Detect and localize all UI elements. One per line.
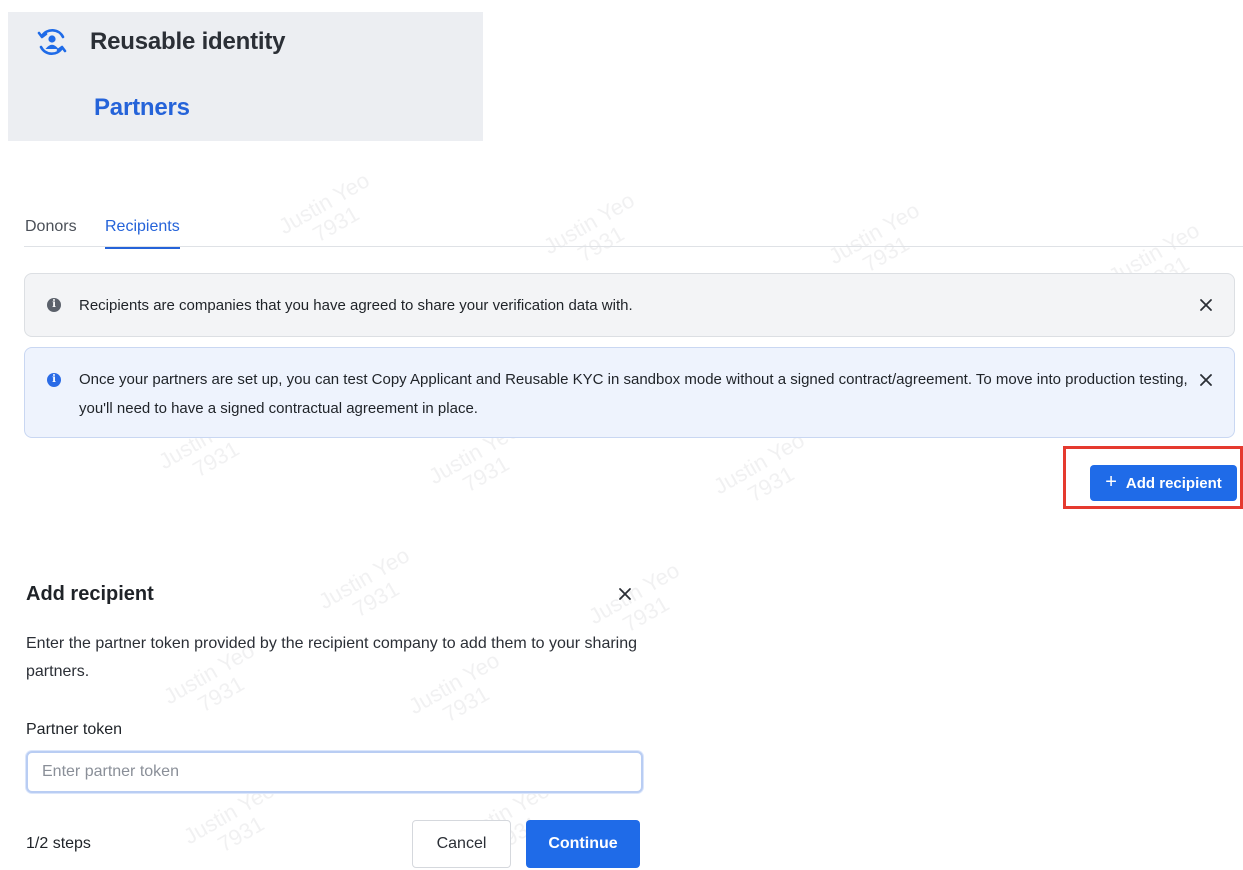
modal-title: Add recipient — [26, 583, 154, 605]
partner-token-label: Partner token — [26, 721, 123, 738]
info-banner-recipients: i Recipients are companies that you have… — [24, 273, 1235, 337]
tab-recipients[interactable]: Recipients — [105, 218, 180, 249]
plus-icon: + — [1105, 471, 1117, 493]
tab-donors[interactable]: Donors — [25, 218, 77, 247]
info-icon: i — [47, 298, 61, 312]
watermark: Justin Yeo7931 — [709, 427, 809, 508]
nav-header[interactable]: Reusable identity — [36, 26, 286, 58]
info-banner-text: Recipients are companies that you have a… — [79, 297, 633, 314]
modal-description: Enter the partner token provided by the … — [26, 635, 638, 680]
nav-title: Reusable identity — [90, 28, 286, 55]
tab-bar: Donors Recipients — [24, 208, 1243, 249]
partner-token-input[interactable] — [26, 751, 643, 793]
close-icon[interactable] — [615, 584, 635, 604]
info-banner-sandbox: i Once your partners are set up, you can… — [24, 347, 1235, 438]
close-icon[interactable] — [1196, 295, 1216, 315]
add-recipient-label: Add recipient — [1125, 474, 1222, 492]
continue-button[interactable]: Continue — [526, 820, 640, 868]
reusable-identity-icon — [37, 29, 67, 55]
info-banner-text: Once your partners are set up, you can t… — [79, 371, 1188, 417]
info-icon: i — [47, 373, 61, 387]
step-indicator: 1/2 steps — [26, 835, 91, 852]
nav-item-partners[interactable]: Partners — [94, 94, 190, 122]
nav-panel: Reusable identity Partners — [8, 12, 483, 141]
close-icon[interactable] — [1196, 370, 1216, 390]
add-recipient-button[interactable]: + Add recipient — [1090, 465, 1237, 501]
cancel-button[interactable]: Cancel — [412, 820, 511, 868]
watermark: Justin Yeo7931 — [314, 542, 414, 623]
